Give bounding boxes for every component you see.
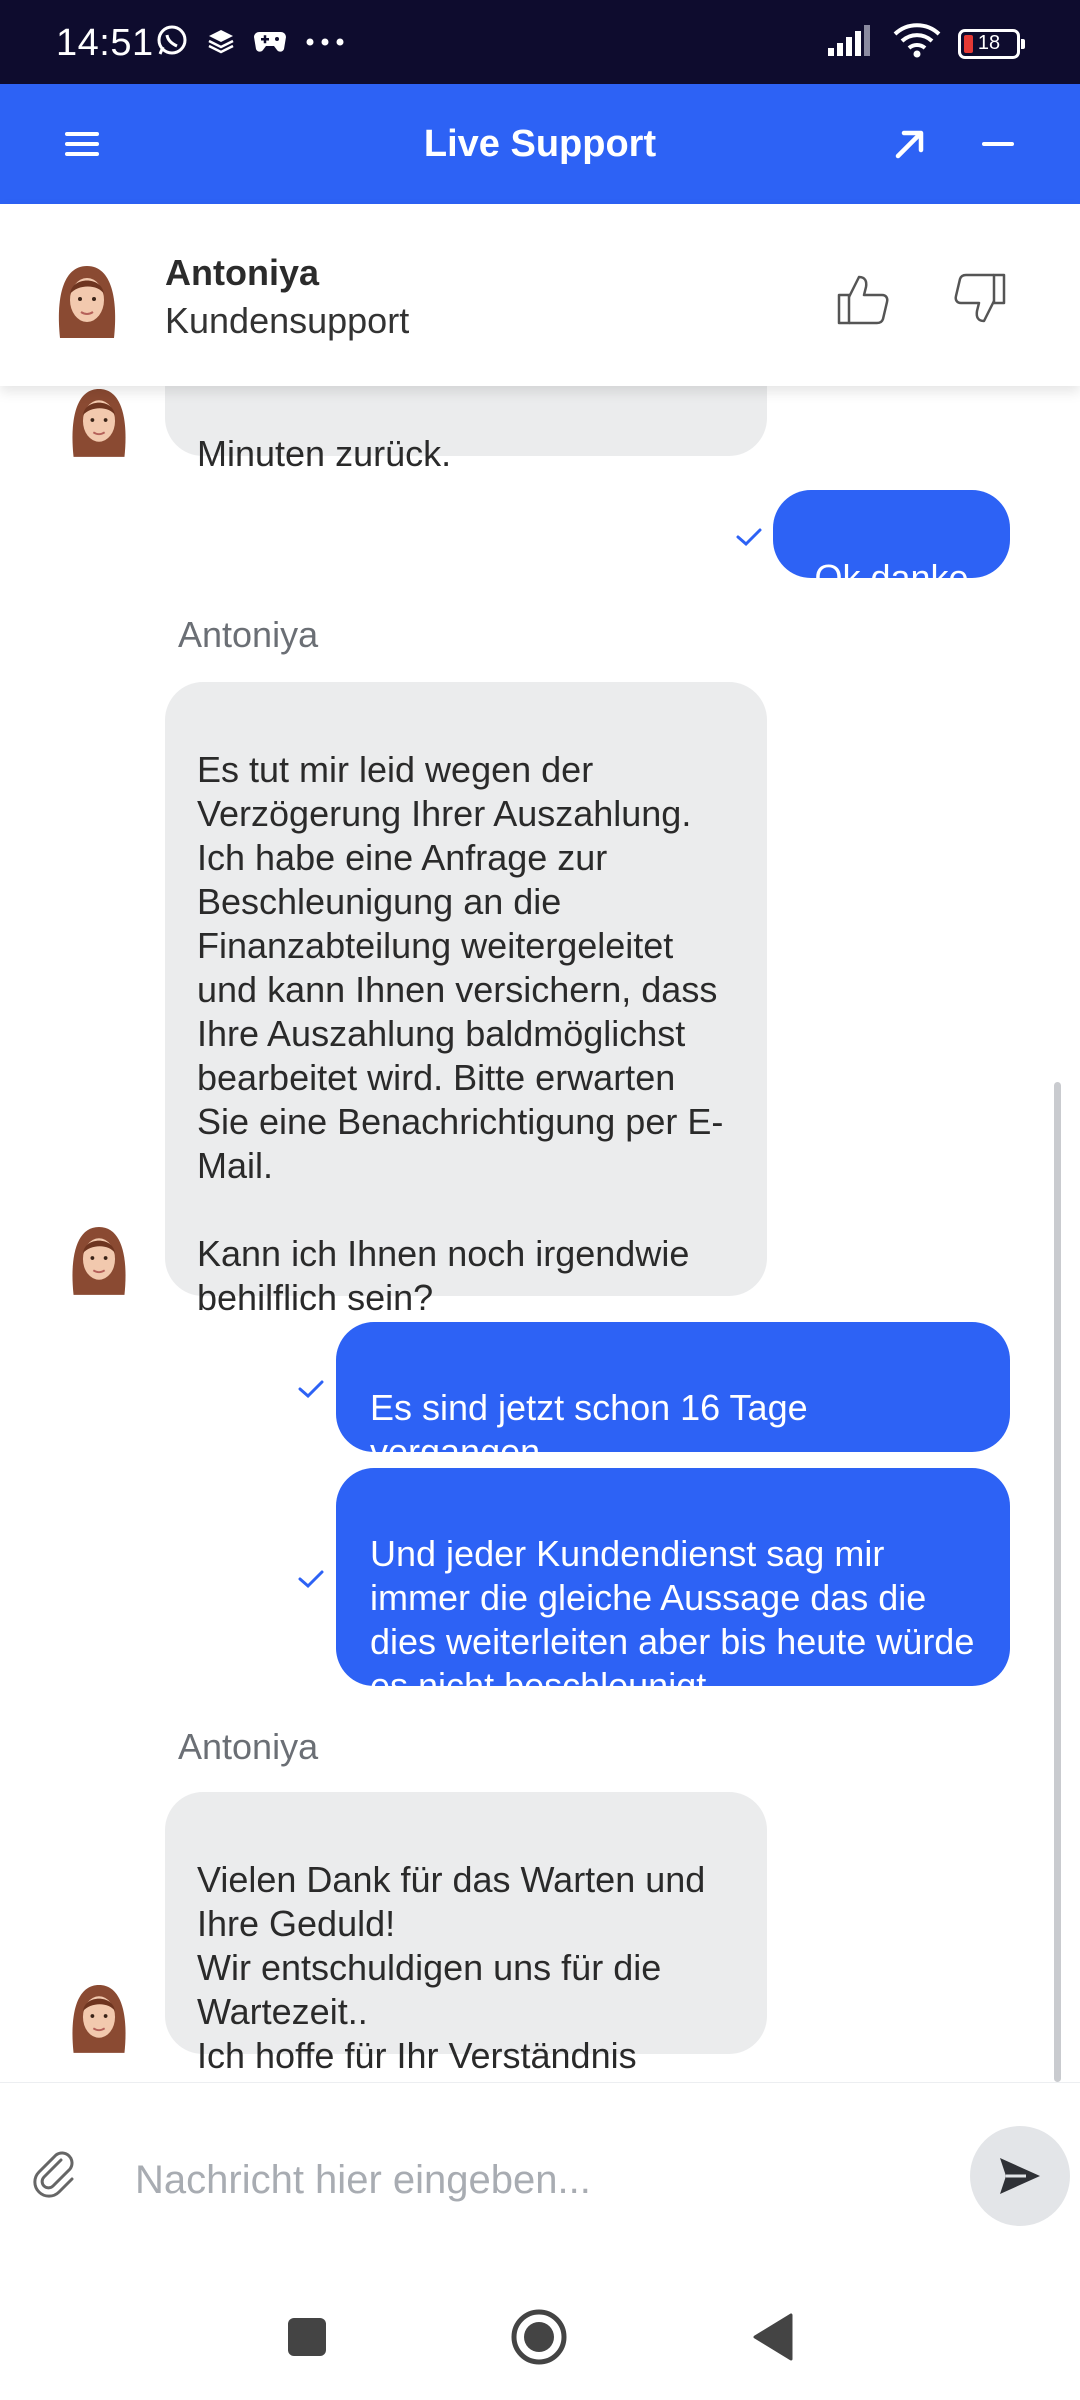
user-message: Ok danke <box>773 490 1010 598</box>
avatar <box>66 386 132 460</box>
whatsapp-icon <box>155 24 189 63</box>
avatar <box>66 1978 132 2056</box>
thumbs-up-icon[interactable] <box>828 264 898 334</box>
battery-level: 18 <box>977 32 1001 54</box>
signal-icon <box>826 24 876 63</box>
status-time: 14:51 <box>56 22 154 64</box>
agent-header: Antoniya Kundensupport <box>0 204 1080 386</box>
system-nav-bar <box>0 2272 1080 2400</box>
send-button[interactable] <box>970 2126 1070 2226</box>
wifi-icon <box>892 22 942 65</box>
paperclip-icon[interactable] <box>30 2148 80 2198</box>
minimize-icon[interactable] <box>968 114 1028 174</box>
read-check-icon <box>736 528 762 547</box>
agent-message: Minuten zurück. <box>165 386 767 474</box>
agent-role: Kundensupport <box>165 300 410 341</box>
user-message: Und jeder Kundendienst sag mir immer die… <box>336 1468 1010 1706</box>
agent-message: Es tut mir leid wegen der Verzögerung Ih… <box>165 682 767 1318</box>
user-message: Es sind jetzt schon 16 Tage vergangen <box>336 1322 1010 1472</box>
expand-arrow-icon[interactable] <box>880 114 940 174</box>
recents-square-icon[interactable] <box>272 2302 342 2372</box>
read-check-icon <box>298 1380 324 1399</box>
home-circle-icon[interactable] <box>504 2302 574 2372</box>
send-icon <box>1000 2158 1040 2194</box>
sender-name: Antoniya <box>178 614 319 655</box>
layers-icon <box>207 27 235 60</box>
app-bar: Live Support <box>0 84 1080 204</box>
back-triangle-icon[interactable] <box>738 2302 808 2372</box>
thumbs-down-icon[interactable] <box>945 264 1015 334</box>
gamepad-icon <box>253 28 287 59</box>
avatar <box>52 260 122 340</box>
status-bar: 14:51 18 <box>0 0 1080 84</box>
battery-icon: 18 <box>958 28 1025 59</box>
more-dots-icon <box>305 34 345 52</box>
avatar <box>66 1220 132 1298</box>
chat-messages[interactable]: Minuten zurück. Ok danke Antoniya Es tut… <box>0 386 1080 2082</box>
sender-name: Antoniya <box>178 1726 319 1767</box>
message-input[interactable] <box>135 2150 935 2210</box>
agent-message: Vielen Dank für das Warten und Ihre Gedu… <box>165 1792 767 2076</box>
scrollbar[interactable] <box>1054 1082 1061 2082</box>
read-check-icon <box>298 1570 324 1589</box>
agent-name: Antoniya <box>165 252 320 293</box>
